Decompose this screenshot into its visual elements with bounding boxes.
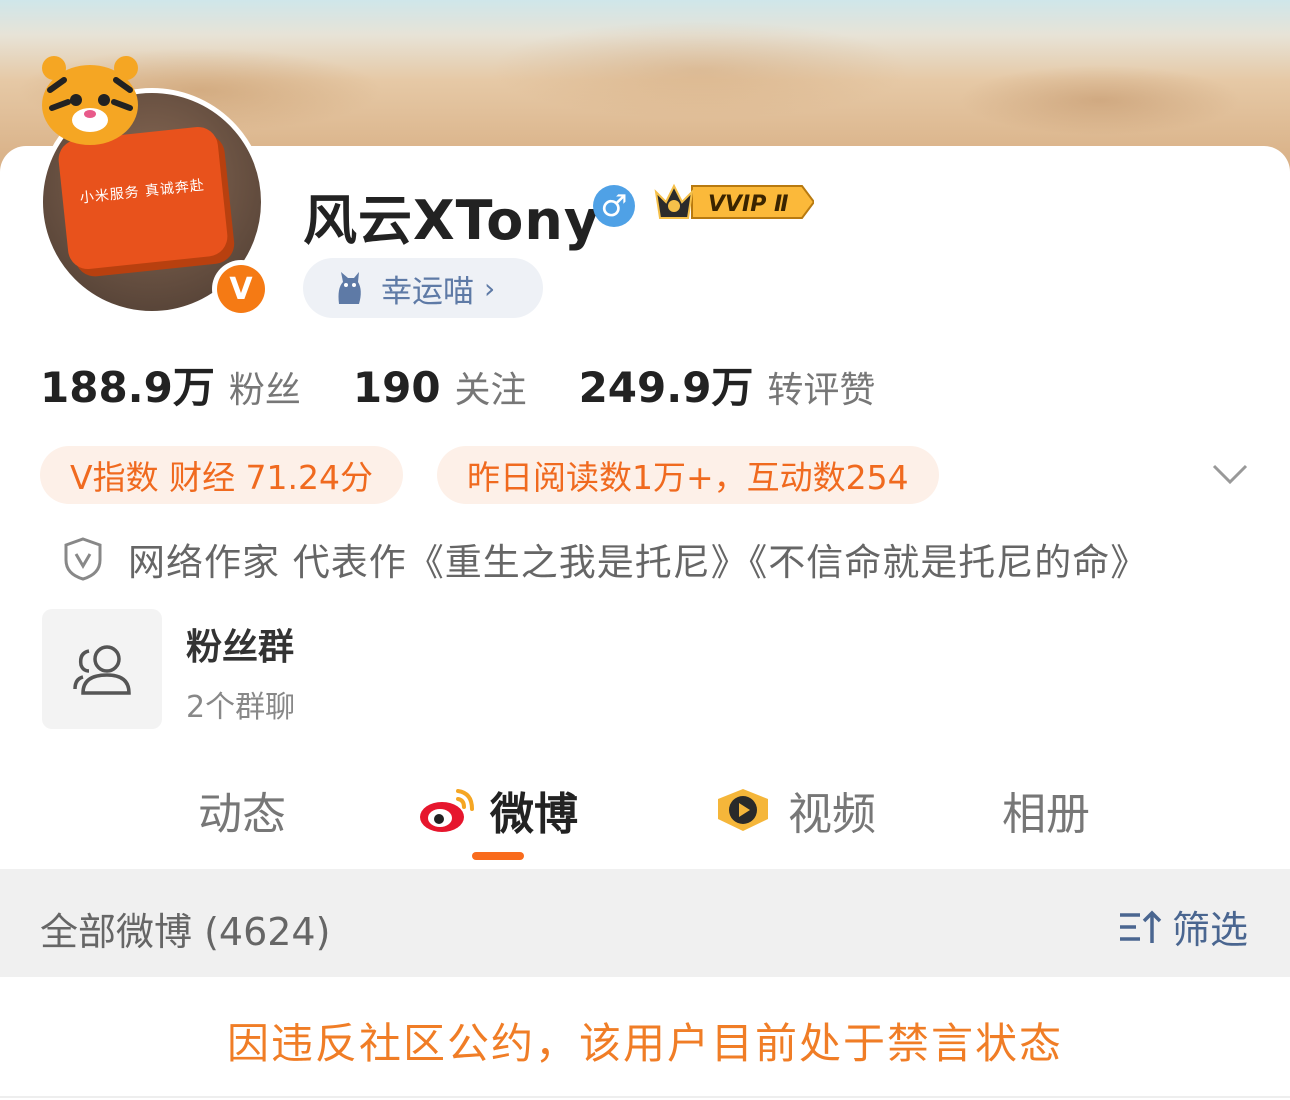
profile-name: 风云XTony (303, 189, 601, 252)
profile-tabs: 动态 微博 视频 相册 (0, 772, 1290, 864)
active-tab-indicator (472, 852, 524, 860)
fan-group-title[interactable]: 粉丝群 (186, 618, 294, 670)
divider (0, 1096, 1290, 1098)
chevron-down-icon[interactable] (1210, 456, 1250, 492)
fans-label[interactable]: 粉丝 (229, 361, 301, 413)
lucky-tag-button[interactable]: 幸运喵 › (303, 258, 543, 318)
vvip-crown-icon[interactable]: VVIP Ⅱ (652, 180, 814, 224)
likes-count: 249.9万 (578, 363, 754, 412)
weibo-logo-icon (420, 789, 474, 832)
filter-label: 筛选 (1172, 908, 1249, 952)
profile-stats: 188.9万 粉丝 190 关注 249.9万 转评赞 (40, 354, 875, 415)
video-play-icon (718, 789, 768, 831)
tab-label: 视频 (788, 789, 876, 840)
male-icon: ♂ (593, 185, 635, 227)
profile-description: 网络作家 代表作《重生之我是托尼》《不信命就是托尼的命》 (62, 532, 1148, 586)
likes-label: 转评赞 (767, 370, 876, 411)
fans-count[interactable]: 188.9万 (40, 354, 215, 415)
filter-button[interactable]: 筛选 (1118, 899, 1248, 954)
fans-group-icon[interactable] (42, 609, 162, 729)
reads-pill[interactable]: 昨日阅读数1万+，互动数254 (437, 446, 939, 504)
tab-label: 微博 (490, 789, 578, 840)
tab-label: 动态 (198, 789, 286, 840)
all-posts-count: 全部微博 (4624) (40, 910, 331, 954)
tiger-pendant-icon (42, 56, 138, 145)
follow-label[interactable]: 关注 (455, 361, 527, 413)
shield-v-icon (64, 537, 102, 581)
lucky-tag-label: 幸运喵 (381, 273, 474, 310)
description-text: 网络作家 代表作《重生之我是托尼》《不信命就是托尼的命》 (128, 541, 1149, 584)
filter-bar: 全部微博 (4624) 筛选 (0, 869, 1290, 977)
fan-group-subtitle: 2个群聊 (186, 690, 296, 725)
verified-v-icon: V (212, 260, 270, 318)
ban-notice: 因违反社区公约，该用户目前处于禁言状态 (226, 1019, 1063, 1068)
avatar-container[interactable]: 小米服务 真诚奔赴 V (30, 50, 270, 320)
vvip-label: VVIP Ⅱ (708, 192, 789, 217)
tab-dongtai[interactable]: 动态 (198, 778, 286, 842)
tab-label: 相册 (1002, 789, 1090, 840)
chevron-right-icon: › (484, 271, 496, 305)
filter-sort-icon (1120, 910, 1162, 943)
avatar-text: 小米服务 真诚奔赴 (79, 177, 206, 207)
cat-icon (338, 272, 361, 304)
tab-video[interactable]: 视频 (712, 778, 876, 842)
follow-count[interactable]: 190 (353, 363, 441, 412)
v-index-pill[interactable]: V指数 财经 71.24分 (40, 446, 404, 504)
tab-weibo[interactable]: 微博 (418, 778, 578, 842)
tab-album[interactable]: 相册 (1002, 778, 1090, 842)
